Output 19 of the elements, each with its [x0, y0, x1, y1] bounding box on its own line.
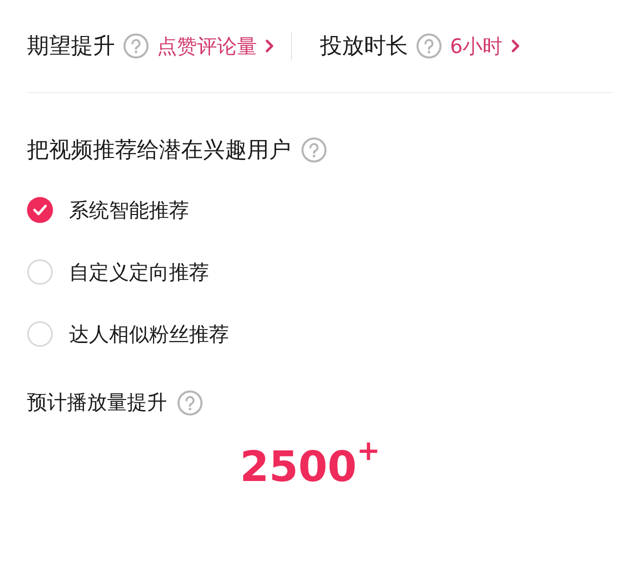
setting-label: 期望提升 [27, 33, 115, 61]
option-label[interactable]: 系统智能推荐 [69, 196, 189, 224]
setting-label: 投放时长 [320, 33, 408, 61]
estimate-label: 预计播放量提升 [27, 389, 167, 416]
estimate-value: 2500$^{+}$ [238, 442, 382, 491]
help-icon[interactable] [416, 33, 442, 59]
setting-value[interactable]: 6小时 [450, 32, 503, 60]
option-label[interactable]: 达人相似粉丝推荐 [69, 320, 229, 348]
radio-button[interactable] [27, 259, 53, 285]
help-icon[interactable] [177, 390, 203, 416]
help-icon[interactable] [301, 137, 327, 163]
setting-value[interactable]: 点赞评论量 [157, 32, 257, 60]
option-label[interactable]: 自定义定向推荐 [69, 258, 209, 286]
chevron-right-icon [510, 39, 521, 53]
section-title: 把视频推荐给潜在兴趣用户 [27, 137, 291, 165]
radio-button[interactable] [27, 321, 53, 347]
radio-button[interactable] [27, 197, 53, 223]
chevron-right-icon [265, 39, 275, 53]
help-icon[interactable] [123, 33, 149, 59]
